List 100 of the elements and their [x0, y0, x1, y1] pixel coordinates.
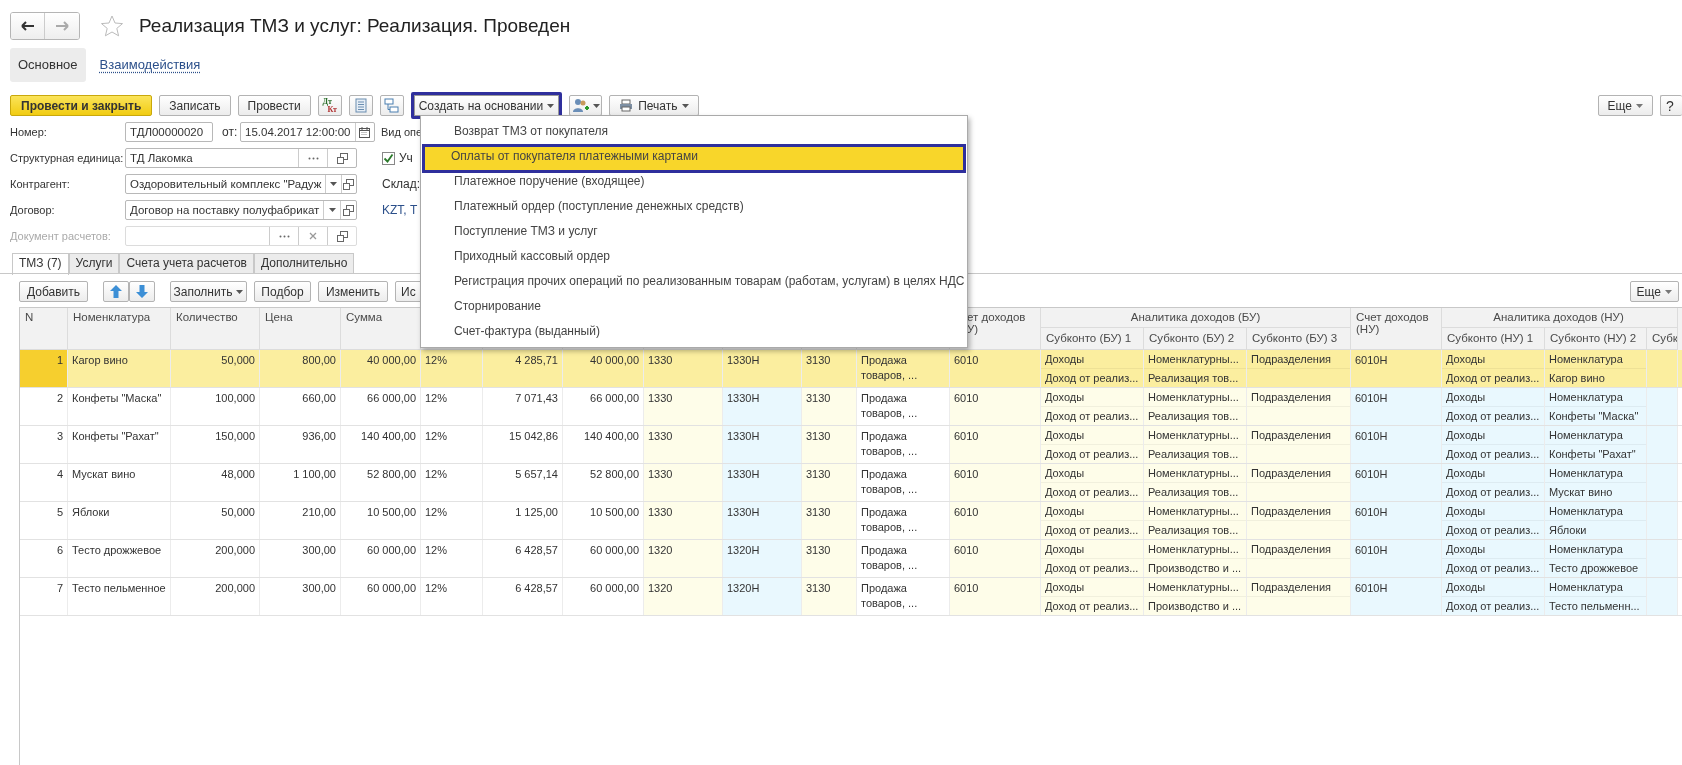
input-field[interactable]: Оздоровительный комплекс "Радуж — [125, 174, 357, 194]
table-cell: Подразделения — [1247, 388, 1351, 425]
table-cell: Номенклатурны... Производство и ... — [1144, 578, 1247, 615]
column-group-header: Аналитика доходов (НУ) — [1442, 308, 1678, 328]
print-button[interactable]: Печать — [609, 95, 699, 116]
table-cell: 1330Н — [723, 388, 802, 425]
table-cell: Доходы Доход от реализ... — [1442, 426, 1545, 463]
forward-arrow-icon — [55, 21, 69, 31]
table-cell: Продажа товаров, ... — [857, 350, 950, 387]
table-cell: 6010Н — [1351, 388, 1442, 425]
table-row[interactable] — [20, 464, 1682, 502]
table-row[interactable] — [20, 578, 1682, 616]
checkbox[interactable] — [382, 151, 395, 165]
table-cell: 1330Н — [723, 426, 802, 463]
caret-icon[interactable] — [328, 208, 336, 212]
table-cell: 6010Н — [1351, 578, 1442, 615]
ellipsis-icon[interactable] — [307, 156, 319, 160]
edit-button[interactable]: Изменить — [318, 281, 388, 302]
calendar-icon[interactable] — [359, 126, 371, 138]
table-cell: Доходы Доход от реализ... — [1041, 464, 1144, 501]
menu-item[interactable]: Регистрация прочих операций по реализованным товарам (работам, услугам) в целях НДС — [425, 269, 963, 294]
table-row[interactable] — [20, 426, 1682, 464]
toolbar-button[interactable]: Провести — [237, 95, 311, 116]
toolbar-button[interactable]: Записать — [159, 95, 231, 116]
number-field[interactable]: ТДЛ00000020 — [125, 122, 213, 142]
open-icon[interactable] — [336, 152, 348, 164]
column-header: Счет доходов (НУ) — [1351, 308, 1442, 350]
section-tab[interactable]: Взаимодействия — [91, 48, 209, 82]
tab[interactable]: Дополнительно — [253, 253, 355, 273]
field-label: Документ расчетов: — [10, 230, 112, 242]
table-cell: 3130 — [802, 502, 857, 539]
tab[interactable]: ТМЗ (7) — [12, 253, 69, 275]
open-icon[interactable] — [336, 230, 348, 242]
input-field[interactable] — [125, 226, 357, 246]
ellipsis-icon[interactable] — [278, 234, 290, 238]
table-cell: 3130 — [802, 426, 857, 463]
table-cell: 3130 — [802, 540, 857, 577]
menu-item[interactable]: Оплаты от покупателя платежными картами — [422, 144, 966, 173]
table-cell: 6010Н — [1351, 502, 1442, 539]
open-icon[interactable] — [342, 204, 354, 216]
table-cell: Доходы Доход от реализ... — [1442, 502, 1545, 539]
input-field[interactable]: Договор на поставку полуфабрикат — [125, 200, 357, 220]
table-cell: 3130 — [802, 578, 857, 615]
table-cell: 1330Н — [723, 464, 802, 501]
caret-icon — [547, 103, 555, 108]
menu-item[interactable]: Возврат ТМЗ от покупателя — [425, 119, 963, 144]
table-row[interactable] — [20, 502, 1682, 540]
more-button[interactable]: Еще — [1597, 95, 1653, 116]
list-button[interactable] — [348, 95, 373, 116]
back-arrow-icon — [20, 21, 35, 31]
pick-button[interactable]: Подбор — [254, 281, 311, 302]
table-row[interactable] — [20, 350, 1682, 388]
date-field[interactable]: 15.04.2017 12:00:00 — [240, 122, 375, 142]
add-button[interactable]: Добавить — [19, 281, 88, 302]
table-cell: Номенклатура Тесто дрожжевое — [1545, 540, 1647, 577]
caret-icon — [681, 103, 689, 108]
menu-item[interactable]: Приходный кассовый ордер — [425, 244, 963, 269]
star-icon[interactable] — [101, 15, 123, 37]
table-cell: Доходы Доход от реализ... — [1442, 540, 1545, 577]
down-arrow-icon — [136, 285, 148, 298]
table-cell: 3130 — [802, 388, 857, 425]
table-cell: 6010 — [950, 540, 1041, 577]
table-cell: Номенклатурны... Реализация тов... — [1144, 350, 1247, 387]
input-field[interactable]: ТД Лакомка — [125, 148, 357, 168]
users-button[interactable] — [569, 95, 603, 116]
menu-item[interactable]: Платежный ордер (поступление денежных средств) — [425, 194, 963, 219]
table-cell: Номенклатура Мускат вино — [1545, 464, 1647, 501]
table-cell: 1320Н — [723, 578, 802, 615]
table-row[interactable] — [20, 540, 1682, 578]
back-button[interactable] — [11, 13, 45, 39]
fill-button[interactable]: Заполнить — [170, 281, 247, 302]
move-up-button[interactable] — [103, 281, 129, 302]
tab[interactable]: Счета учета расчетов — [119, 253, 254, 273]
clear-icon[interactable] — [309, 232, 317, 240]
move-down-button[interactable] — [129, 281, 155, 302]
currency-link[interactable]: KZT, Т — [382, 203, 418, 217]
table-cell: 6010Н — [1351, 540, 1442, 577]
toolbar-button[interactable]: Провести и закрыть — [10, 95, 153, 116]
table-cell: Доходы Доход от реализ... — [1041, 578, 1144, 615]
help-button[interactable]: ? — [1660, 95, 1682, 116]
menu-item[interactable]: Поступление ТМЗ и услуг — [425, 219, 963, 244]
table-cell: 1330 — [644, 426, 723, 463]
table-row[interactable] — [20, 388, 1682, 426]
table-cell: 6010 — [950, 426, 1041, 463]
structure-button[interactable] — [379, 95, 404, 116]
table-cell: Подразделения — [1247, 578, 1351, 615]
tab[interactable]: Услуги — [68, 253, 120, 273]
field-label: Номер: — [10, 126, 48, 138]
table-cell: 6010Н — [1351, 426, 1442, 463]
open-icon[interactable] — [343, 178, 355, 190]
caret-icon — [236, 289, 244, 294]
section-tab[interactable]: Основное — [10, 48, 86, 82]
table-cell: 6010Н — [1351, 350, 1442, 387]
table-cell: 1330Н — [723, 350, 802, 387]
caret-icon[interactable] — [330, 182, 338, 186]
table-cell: 1330 — [644, 388, 723, 425]
debit-credit-button[interactable]: Дт Кт — [317, 95, 342, 116]
more-button[interactable]: Еще — [1629, 281, 1679, 302]
table-cell: Доходы Доход от реализ... — [1041, 540, 1144, 577]
table-cell: Доходы Доход от реализ... — [1442, 350, 1545, 387]
